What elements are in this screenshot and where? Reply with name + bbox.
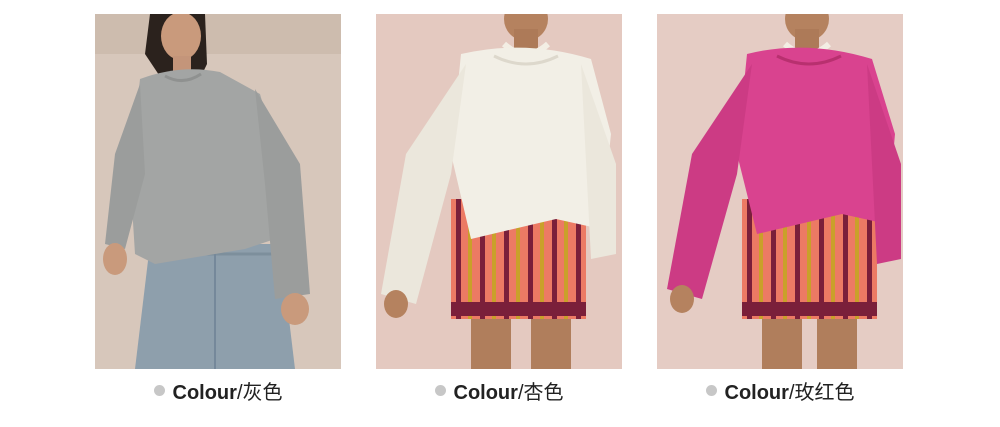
model-rose-red-sweater-image [657,14,903,369]
colour-caption-text: Colour/灰色 [173,376,283,405]
bullet-dot-icon [434,384,446,396]
product-photo-rose-red [657,14,903,369]
colour-label: Colour [172,381,237,404]
colour-caption-rose-red: Colour/玫红色 [657,374,903,406]
product-photo-apricot [376,14,622,369]
model-apricot-sweater-image [376,14,622,369]
bullet-dot-icon [705,384,717,396]
colour-name: 灰色 [242,381,283,404]
colour-caption-text: Colour/玫红色 [725,376,855,405]
colour-label: Colour [453,381,518,404]
colour-name: 玫红色 [794,381,855,404]
model-grey-sweater-image [95,14,341,369]
product-photo-grey [95,14,341,369]
colour-name: 杏色 [523,381,564,404]
colour-caption-apricot: Colour/杏色 [376,374,622,406]
colour-caption-text: Colour/杏色 [454,376,564,405]
colour-caption-grey: Colour/灰色 [95,374,341,406]
colour-label: Colour [724,381,789,404]
bullet-dot-icon [153,384,165,396]
